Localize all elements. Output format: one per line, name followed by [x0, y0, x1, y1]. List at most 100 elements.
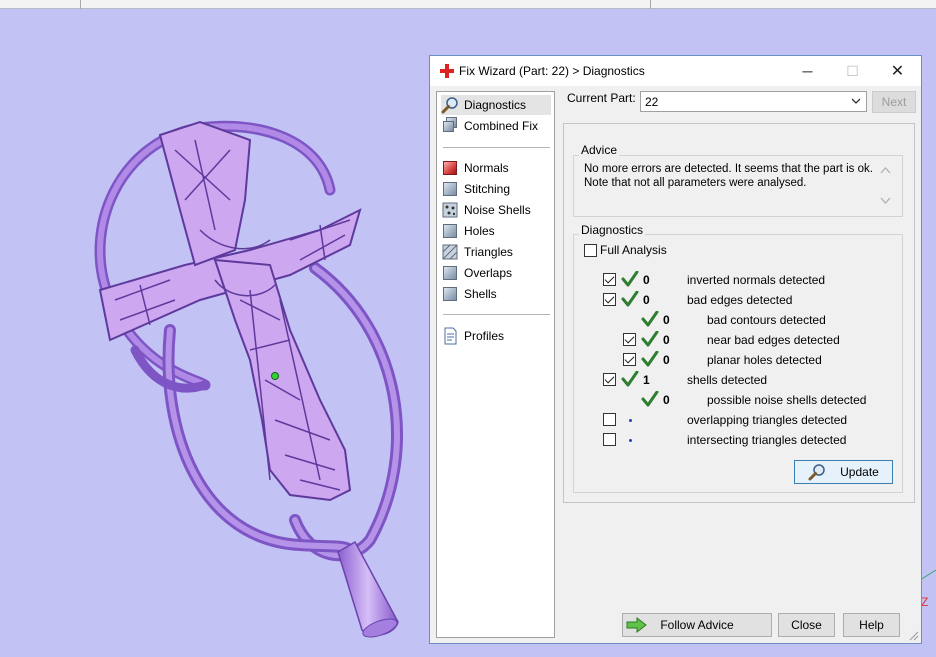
- close-icon: ✕: [890, 63, 905, 80]
- nav-item-triangles[interactable]: Triangles: [441, 242, 551, 262]
- nav-item-holes[interactable]: Holes: [441, 221, 551, 241]
- current-part-value: 22: [645, 95, 659, 109]
- full-analysis-checkbox[interactable]: [584, 244, 597, 257]
- overlapping-triangles-text: overlapping triangles detected: [687, 413, 848, 427]
- nav-item-shells[interactable]: Shells: [441, 284, 551, 304]
- near-bad-edges-count: 0: [663, 333, 670, 347]
- advice-line-1: No more errors are detected. It seems th…: [584, 163, 873, 175]
- next-button[interactable]: Next: [872, 91, 916, 113]
- check-ok-icon: [621, 291, 639, 307]
- planar-holes-checkbox[interactable]: [623, 353, 636, 366]
- inverted-normals-text: inverted normals detected: [687, 273, 826, 287]
- maximize-icon: ☐: [846, 62, 859, 79]
- triangles-cube-icon: [441, 243, 459, 261]
- bad-edges-text: bad edges detected: [687, 293, 793, 307]
- nav-label: Profiles: [464, 329, 505, 343]
- noise-shells-text: possible noise shells detected: [707, 393, 867, 407]
- wizard-nav: Diagnostics Combined Fix Normals Stitchi…: [436, 91, 555, 638]
- nav-item-overlaps[interactable]: Overlaps: [441, 263, 551, 283]
- bad-edges-count: 0: [643, 293, 650, 307]
- nav-item-diagnostics[interactable]: Diagnostics: [441, 95, 551, 115]
- nav-item-normals[interactable]: Normals: [441, 158, 551, 178]
- bad-contours-count: 0: [663, 313, 670, 327]
- not-analysed-dot-icon: [629, 419, 632, 422]
- shells-checkbox[interactable]: [603, 373, 616, 386]
- nav-label: Holes: [464, 224, 495, 238]
- not-analysed-dot-icon: [629, 439, 632, 442]
- nav-separator: [443, 147, 550, 148]
- chevron-down-icon: [851, 94, 861, 111]
- bad-contours-text: bad contours detected: [707, 313, 826, 327]
- overlapping-triangles-checkbox[interactable]: [603, 413, 616, 426]
- red-cross-icon: [440, 64, 454, 78]
- full-analysis-label: Full Analysis: [600, 243, 667, 257]
- resize-grip-icon[interactable]: [909, 631, 919, 641]
- title-bar[interactable]: Fix Wizard (Part: 22) > Diagnostics ─ ☐ …: [430, 56, 921, 86]
- shells-text: shells detected: [687, 373, 768, 387]
- intersecting-triangles-checkbox[interactable]: [603, 433, 616, 446]
- stitching-cube-icon: [441, 180, 459, 198]
- close-button[interactable]: Close: [778, 613, 835, 637]
- nav-label: Shells: [464, 287, 497, 301]
- nav-label: Normals: [464, 161, 509, 175]
- shells-count: 1: [643, 373, 650, 387]
- maximize-button[interactable]: ☐: [830, 56, 875, 86]
- minimize-button[interactable]: ─: [785, 56, 830, 86]
- current-part-select[interactable]: 22: [640, 91, 867, 112]
- normals-cube-icon: [441, 159, 459, 177]
- current-part-label: Current Part:: [567, 91, 636, 105]
- bad-edges-checkbox[interactable]: [603, 293, 616, 306]
- overlaps-cube-icon: [441, 264, 459, 282]
- nav-label: Stitching: [464, 182, 511, 196]
- check-ok-icon: [641, 331, 659, 347]
- nav-item-stitching[interactable]: Stitching: [441, 179, 551, 199]
- toolbar-separator: [80, 0, 81, 9]
- nav-label: Triangles: [464, 245, 513, 259]
- planar-holes-count: 0: [663, 353, 670, 367]
- shells-cube-icon: [441, 285, 459, 303]
- noise-shells-cube-icon: [441, 201, 459, 219]
- nav-item-profiles[interactable]: Profiles: [441, 326, 551, 346]
- close-window-button[interactable]: ✕: [875, 56, 920, 86]
- near-bad-edges-text: near bad edges detected: [707, 333, 840, 347]
- green-arrow-icon: [626, 617, 647, 633]
- magnifier-icon: [441, 96, 459, 114]
- check-ok-icon: [621, 371, 639, 387]
- nav-item-combined-fix[interactable]: Combined Fix: [441, 116, 551, 136]
- nav-item-noise-shells[interactable]: Noise Shells: [441, 200, 551, 220]
- stack-icon: [441, 117, 459, 135]
- inverted-normals-count: 0: [643, 273, 650, 287]
- nav-label: Overlaps: [464, 266, 513, 280]
- follow-advice-button[interactable]: Follow Advice: [622, 613, 772, 637]
- advice-line-2: Note that not all parameters were analys…: [584, 177, 807, 189]
- fix-wizard-dialog: Fix Wizard (Part: 22) > Diagnostics ─ ☐ …: [429, 55, 922, 644]
- nav-label: Combined Fix: [464, 119, 539, 133]
- minimize-icon: ─: [802, 63, 813, 79]
- nav-label: Diagnostics: [464, 98, 527, 112]
- diagnostics-legend: Diagnostics: [579, 223, 646, 237]
- toolbar-separator: [650, 0, 651, 9]
- top-toolbar: [0, 0, 936, 9]
- holes-cube-icon: [441, 222, 459, 240]
- help-button[interactable]: Help: [843, 613, 900, 637]
- intersecting-triangles-text: intersecting triangles detected: [687, 433, 847, 447]
- advice-scrollbar[interactable]: [877, 162, 894, 208]
- planar-holes-text: planar holes detected: [707, 353, 822, 367]
- inverted-normals-checkbox[interactable]: [603, 273, 616, 286]
- advice-text: No more errors are detected. It seems th…: [579, 162, 893, 214]
- magnifier-icon: [808, 464, 825, 481]
- document-icon: [441, 327, 459, 345]
- window-title: Fix Wizard (Part: 22) > Diagnostics: [459, 64, 645, 78]
- near-bad-edges-checkbox[interactable]: [623, 333, 636, 346]
- check-ok-icon: [641, 391, 659, 407]
- check-ok-icon: [641, 351, 659, 367]
- follow-advice-label: Follow Advice: [660, 618, 734, 632]
- check-ok-icon: [641, 311, 659, 327]
- nav-separator: [443, 314, 550, 315]
- z-axis-label: Z: [921, 595, 929, 609]
- update-button[interactable]: Update: [794, 460, 893, 484]
- advice-legend: Advice: [579, 143, 620, 157]
- noise-shells-count: 0: [663, 393, 670, 407]
- update-label: Update: [840, 465, 879, 479]
- nav-label: Noise Shells: [464, 203, 531, 217]
